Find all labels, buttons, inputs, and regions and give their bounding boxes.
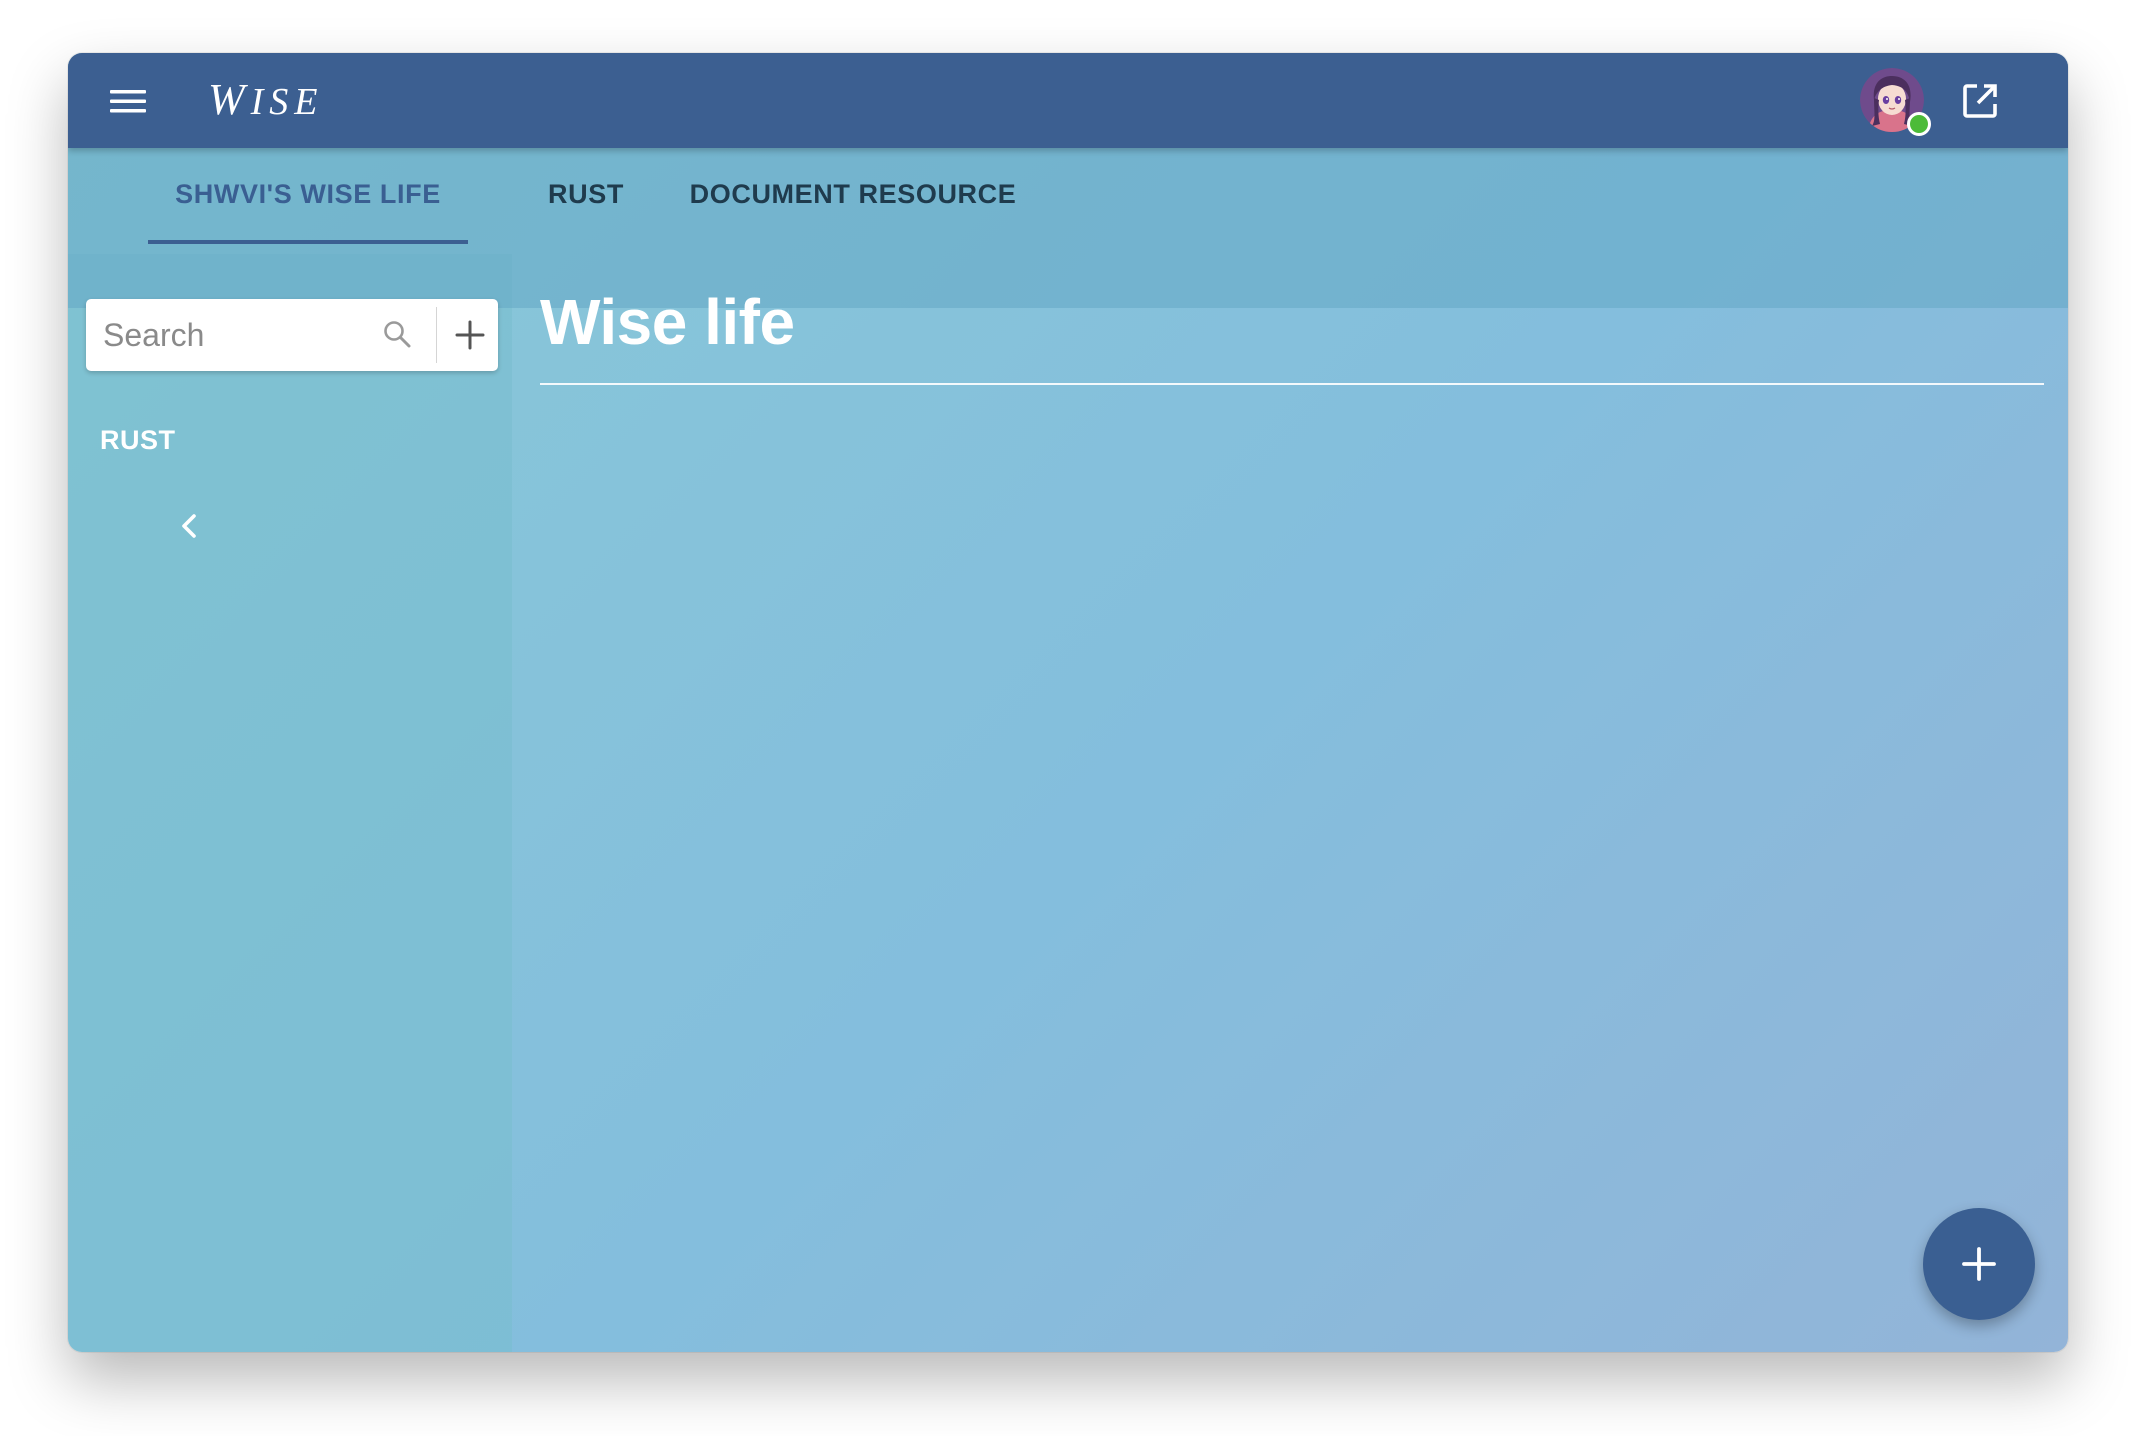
tab-bar: SHWVI'S WISE LIFE RUST DOCUMENT RESOURCE bbox=[68, 148, 2068, 308]
active-tab-indicator bbox=[148, 240, 468, 244]
app-window: WISE SHWVI'S WISE LIFE RUST DOCUMENT RES… bbox=[68, 53, 2068, 1352]
search-box bbox=[86, 299, 498, 371]
app-brand-logo[interactable]: WISE bbox=[208, 70, 324, 130]
tab-rust[interactable]: RUST bbox=[498, 148, 674, 245]
collapse-sidebar-button[interactable] bbox=[170, 506, 210, 546]
add-entry-button[interactable] bbox=[448, 313, 492, 357]
open-in-new-button[interactable] bbox=[1956, 77, 2004, 125]
page-title: Wise life bbox=[540, 286, 795, 358]
app-bar: WISE bbox=[68, 53, 2068, 148]
search-icon[interactable] bbox=[381, 318, 415, 352]
hamburger-menu-icon bbox=[110, 90, 146, 113]
chevron-left-icon bbox=[182, 514, 196, 538]
title-divider bbox=[540, 383, 2044, 385]
plus-icon bbox=[1962, 1247, 1996, 1281]
tab-shwvis-wise-life[interactable]: SHWVI'S WISE LIFE bbox=[148, 148, 468, 245]
search-input[interactable] bbox=[86, 299, 366, 371]
open-in-new-icon bbox=[1963, 84, 1997, 118]
tab-document-resource[interactable]: DOCUMENT RESOURCE bbox=[674, 148, 1032, 245]
search-divider bbox=[436, 307, 437, 363]
add-fab-button[interactable] bbox=[1923, 1208, 2035, 1320]
sidebar-section-rust[interactable]: RUST bbox=[100, 425, 176, 456]
online-status-indicator bbox=[1907, 112, 1931, 136]
menu-button[interactable] bbox=[108, 81, 148, 121]
sidebar bbox=[68, 254, 512, 1352]
